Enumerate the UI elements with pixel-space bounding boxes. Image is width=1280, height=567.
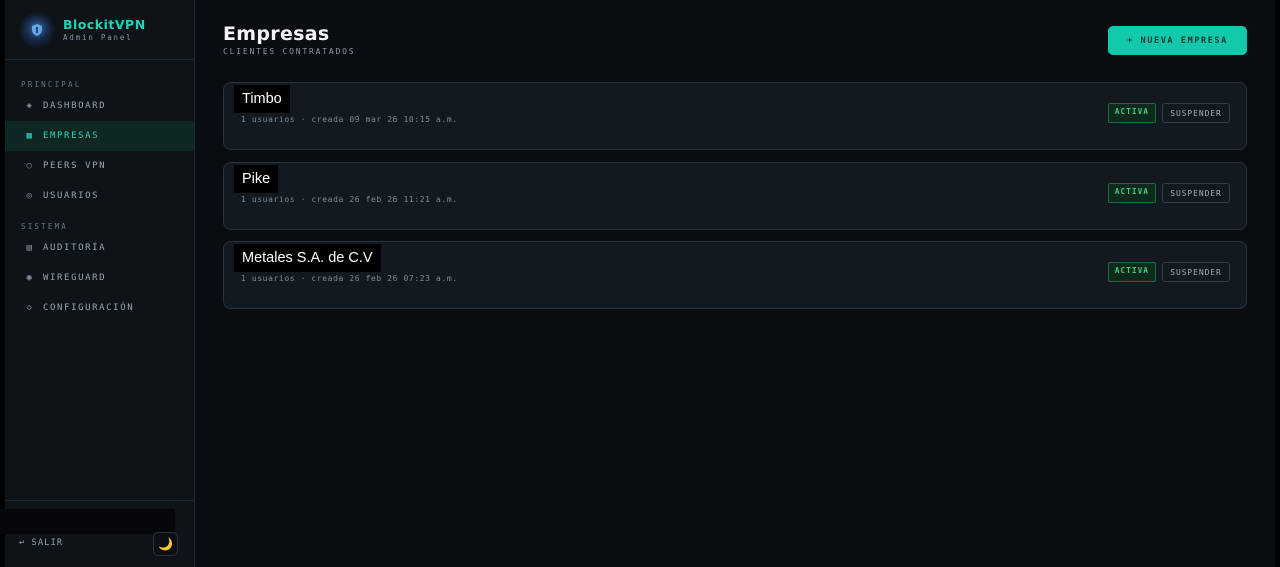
brand-name: BlockitVPN xyxy=(63,16,146,32)
sidebar: BlockitVPN Admin Panel PRINCIPAL ◈ DASHB… xyxy=(0,0,195,567)
brand-subtitle: Admin Panel xyxy=(63,32,133,42)
sidebar-item-empresas[interactable]: ▦ EMPRESAS xyxy=(5,121,194,151)
suspend-button[interactable]: SUSPENDER xyxy=(1162,103,1230,123)
company-card: Pike 1 usuarios · creada 26 feb 26 11:21… xyxy=(223,162,1247,230)
right-edge-strip xyxy=(1275,0,1280,567)
company-card: Timbo 1 usuarios · creada 09 mar 26 10:1… xyxy=(223,82,1247,150)
sidebar-item-label: AUDITORÍA xyxy=(43,243,107,253)
page-subtitle: CLIENTES CONTRATADOS xyxy=(223,47,356,56)
section-label-sistema: SISTEMA xyxy=(21,222,69,231)
shield-logo-icon xyxy=(23,15,51,44)
theme-toggle-button[interactable]: 🌙 xyxy=(153,532,178,556)
new-company-button[interactable]: + NUEVA EMPRESA xyxy=(1108,26,1247,55)
company-name: Pike xyxy=(234,165,279,193)
status-badge: ACTIVA xyxy=(1108,183,1156,203)
sidebar-item-peers-vpn[interactable]: ○ PEERS VPN xyxy=(5,151,194,181)
sidebar-item-label: USUARIOS xyxy=(43,191,100,201)
suspend-button[interactable]: SUSPENDER xyxy=(1162,262,1230,282)
company-name: Metales S.A. de C.V xyxy=(234,244,381,272)
peers-icon: ○ xyxy=(26,161,34,171)
sidebar-divider xyxy=(5,500,194,501)
dashboard-icon: ◈ xyxy=(26,101,34,111)
user-info-redacted xyxy=(0,509,175,534)
building-icon: ▦ xyxy=(26,131,34,141)
suspend-button[interactable]: SUSPENDER xyxy=(1162,183,1230,203)
users-icon: ◎ xyxy=(26,191,34,201)
sidebar-item-configuracion[interactable]: ◇ CONFIGURACIÓN xyxy=(5,293,194,323)
sidebar-item-label: EMPRESAS xyxy=(43,131,100,141)
sidebar-item-usuarios[interactable]: ◎ USUARIOS xyxy=(5,181,194,211)
sidebar-item-wireguard[interactable]: ◉ WIREGUARD xyxy=(5,263,194,293)
sidebar-item-label: CONFIGURACIÓN xyxy=(43,303,135,313)
sidebar-item-auditoria[interactable]: ▤ AUDITORÍA xyxy=(5,233,194,263)
company-meta: 1 usuarios · creada 09 mar 26 10:15 a.m. xyxy=(241,115,458,124)
status-badge: ACTIVA xyxy=(1108,262,1156,282)
company-name: Timbo xyxy=(234,85,290,113)
main-content: Empresas CLIENTES CONTRATADOS + NUEVA EM… xyxy=(196,0,1275,567)
company-meta: 1 usuarios · creada 26 feb 26 11:21 a.m. xyxy=(241,195,458,204)
sidebar-item-dashboard[interactable]: ◈ DASHBOARD xyxy=(5,91,194,121)
wireguard-icon: ◉ xyxy=(26,273,34,283)
settings-icon: ◇ xyxy=(26,303,34,313)
sidebar-item-label: PEERS VPN xyxy=(43,161,107,171)
logout-icon: ↩ xyxy=(19,538,26,548)
moon-icon: 🌙 xyxy=(158,537,173,551)
page-title: Empresas xyxy=(223,23,330,45)
logout-button[interactable]: ↩ SALIR xyxy=(19,538,63,548)
section-label-principal: PRINCIPAL xyxy=(21,80,82,89)
sidebar-item-label: WIREGUARD xyxy=(43,273,107,283)
company-meta: 1 usuarios · creada 26 feb 26 07:23 a.m. xyxy=(241,274,458,283)
logout-label: SALIR xyxy=(31,538,64,548)
company-card: Metales S.A. de C.V 1 usuarios · creada … xyxy=(223,241,1247,309)
brand-header: BlockitVPN Admin Panel xyxy=(5,0,194,60)
audit-icon: ▤ xyxy=(26,243,34,253)
sidebar-item-label: DASHBOARD xyxy=(43,101,107,111)
status-badge: ACTIVA xyxy=(1108,103,1156,123)
